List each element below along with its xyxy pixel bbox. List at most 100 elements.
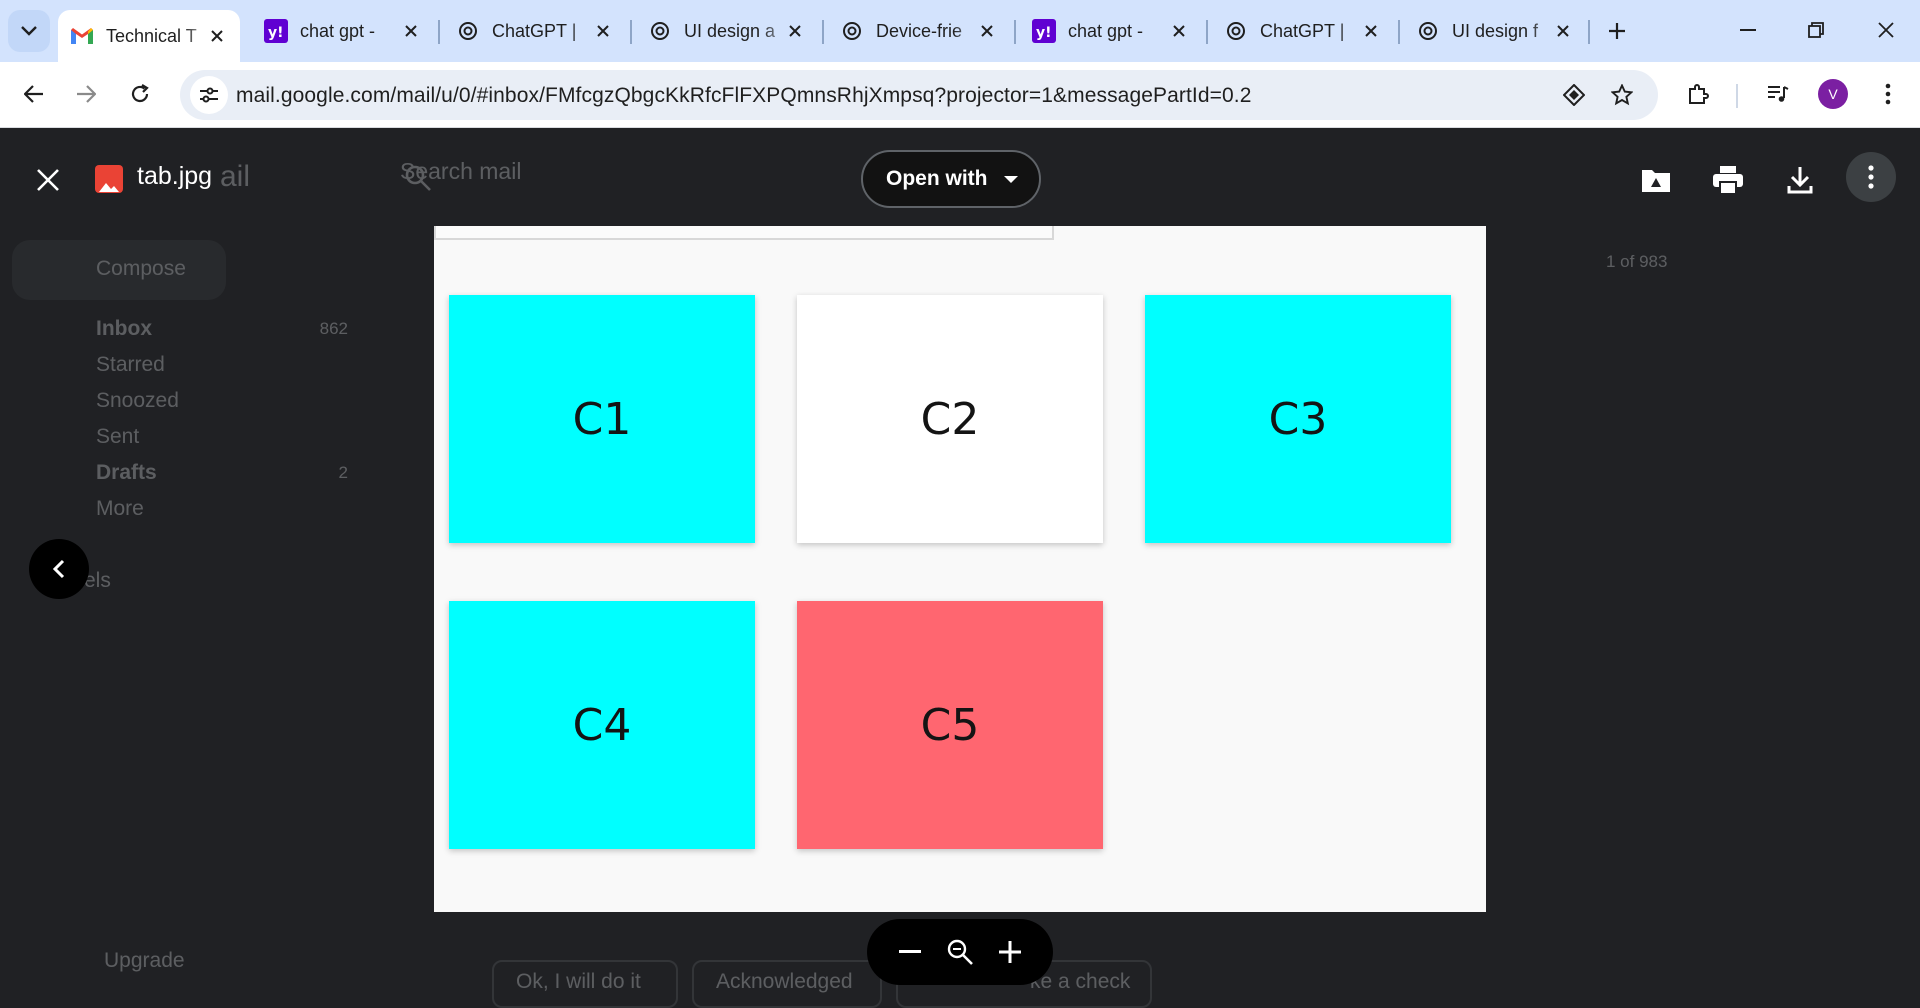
browser-tab-5[interactable]: Device-frie <box>828 8 1010 54</box>
tab-title: UI design f <box>1452 20 1539 41</box>
close-icon[interactable] <box>1552 20 1574 42</box>
media-controls-button[interactable] <box>1756 72 1800 116</box>
browser-toolbar: mail.google.com/mail/u/0/#inbox/FMfcgzQb… <box>0 62 1920 128</box>
open-with-button[interactable]: Open with <box>861 150 1041 208</box>
browser-tab-8[interactable]: UI design f <box>1404 8 1586 54</box>
tab-title: ChatGPT | <box>1260 20 1345 41</box>
browser-tab-bar: Technical T y! chat gpt - ChatGPT | UI d… <box>0 0 1920 62</box>
browser-tab-6[interactable]: y! chat gpt - <box>1020 8 1202 54</box>
caret-down-icon <box>1003 175 1018 183</box>
drafts-count: 2 <box>338 463 348 482</box>
tab-separator <box>1398 20 1400 44</box>
restore-button[interactable] <box>1796 12 1836 48</box>
pagination-text: 1 of 983 <box>1606 252 1668 271</box>
openai-icon <box>840 19 864 43</box>
inbox-count: 862 <box>319 319 348 338</box>
browser-tab-2[interactable]: y! chat gpt - <box>252 8 434 54</box>
close-icon[interactable] <box>784 20 806 42</box>
tab-search-button[interactable] <box>8 10 50 52</box>
more-options-button[interactable] <box>1846 152 1896 202</box>
reload-icon <box>131 84 149 103</box>
tab-title: Technical T <box>106 25 197 46</box>
close-icon[interactable] <box>1168 20 1190 42</box>
drive-add-icon <box>1642 170 1670 192</box>
close-viewer-button[interactable] <box>28 160 68 200</box>
zoom-icon <box>947 939 973 965</box>
download-icon <box>1787 167 1813 194</box>
chevron-down-icon <box>21 26 37 36</box>
close-icon[interactable] <box>592 20 614 42</box>
forward-button[interactable] <box>64 72 108 116</box>
tab-title: Device-frie <box>876 20 963 41</box>
more-vert-icon <box>1885 83 1891 105</box>
google-lens-button[interactable] <box>1556 77 1592 113</box>
more-vert-icon <box>1868 165 1874 189</box>
bookmark-button[interactable] <box>1604 77 1640 113</box>
tab-separator <box>1588 20 1590 44</box>
download-button[interactable] <box>1780 160 1820 200</box>
print-button[interactable] <box>1708 160 1748 200</box>
restore-icon <box>1808 22 1824 38</box>
browser-tab-4[interactable]: UI design a <box>636 8 818 54</box>
tab-separator <box>822 20 824 44</box>
close-icon[interactable] <box>206 25 228 47</box>
nav-drafts: Drafts <box>96 461 157 484</box>
smart-reply-chip-label: ke a check <box>1030 970 1131 993</box>
back-button[interactable] <box>12 72 56 116</box>
tab-separator <box>630 20 632 44</box>
smart-reply-chip-label: Ok, I will do it <box>516 970 641 993</box>
nav-inbox: Inbox <box>96 317 152 340</box>
image-file-icon <box>95 165 123 193</box>
browser-tab-3[interactable]: ChatGPT | <box>444 8 626 54</box>
card-label: C2 <box>920 393 980 445</box>
card-label: C4 <box>572 699 632 751</box>
address-bar[interactable]: mail.google.com/mail/u/0/#inbox/FMfcgzQb… <box>180 70 1658 120</box>
nav-snoozed: Snoozed <box>96 389 179 412</box>
image-preview: C1 C2 C3 C4 C5 <box>434 226 1486 912</box>
tab-title: ChatGPT | <box>492 20 577 41</box>
zoom-in-button[interactable] <box>993 935 1027 969</box>
print-icon <box>1713 166 1743 195</box>
close-icon[interactable] <box>400 20 422 42</box>
nav-sent: Sent <box>96 425 140 448</box>
upgrade-link: Upgrade <box>104 949 185 972</box>
add-to-drive-button[interactable] <box>1636 160 1676 200</box>
minus-icon <box>899 950 921 953</box>
tab-separator <box>438 20 440 44</box>
smart-reply-chip-label: Acknowledged <box>716 970 853 993</box>
svg-text:y!: y! <box>268 25 284 41</box>
playlist-music-icon <box>1768 86 1789 102</box>
previous-attachment-button[interactable] <box>29 539 89 599</box>
close-icon <box>37 169 59 191</box>
card-c2: C2 <box>797 295 1103 543</box>
close-icon[interactable] <box>1360 20 1382 42</box>
reload-button[interactable] <box>118 72 162 116</box>
browser-tab-7[interactable]: ChatGPT | <box>1212 8 1394 54</box>
reset-zoom-button[interactable] <box>943 935 977 969</box>
new-tab-button[interactable] <box>1600 14 1634 48</box>
close-icon[interactable] <box>976 20 998 42</box>
zoom-out-button[interactable] <box>893 935 927 969</box>
yahoo-icon: y! <box>1032 19 1056 43</box>
extensions-button[interactable] <box>1676 72 1720 116</box>
url-text[interactable]: mail.google.com/mail/u/0/#inbox/FMfcgzQb… <box>236 84 1252 108</box>
site-info-button[interactable] <box>190 76 228 114</box>
browser-tab-1[interactable]: Technical T <box>58 10 240 62</box>
gmail-icon <box>70 24 94 48</box>
file-name: tab.jpg <box>137 162 213 190</box>
profile-avatar[interactable]: V <box>1818 79 1848 109</box>
tab-title: UI design a <box>684 20 776 41</box>
toolbar-divider <box>1736 84 1738 108</box>
minimize-button[interactable] <box>1728 12 1768 48</box>
tab-title: chat gpt - <box>1068 20 1144 41</box>
card-label: C3 <box>1268 393 1328 445</box>
lens-diamond-icon <box>1563 84 1585 106</box>
card-c3: C3 <box>1145 295 1451 543</box>
card-label: C1 <box>572 393 632 445</box>
chrome-menu-button[interactable] <box>1866 72 1910 116</box>
tab-title: chat gpt - <box>300 20 376 41</box>
close-window-button[interactable] <box>1866 12 1906 48</box>
zoom-controls <box>867 919 1053 985</box>
yahoo-icon: y! <box>264 19 288 43</box>
open-with-label: Open with <box>886 167 988 190</box>
